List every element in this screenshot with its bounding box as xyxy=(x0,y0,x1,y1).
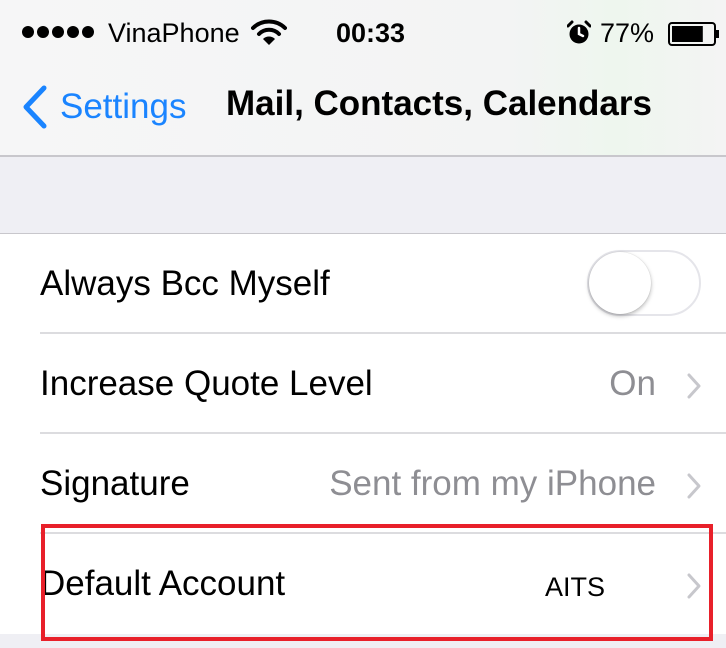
row-label-always-bcc: Always Bcc Myself xyxy=(40,264,330,303)
section-spacer xyxy=(0,157,726,233)
default-account-value: AITS xyxy=(545,572,606,602)
row-default-account[interactable]: Default Account xyxy=(0,534,726,634)
chevron-left-icon xyxy=(23,85,47,129)
row-value-increase-quote: On xyxy=(609,364,656,403)
row-signature[interactable]: Signature Sent from my iPhone xyxy=(0,434,726,534)
status-time: 00:33 xyxy=(336,18,406,48)
carrier-name: VinaPhone xyxy=(108,18,240,48)
alarm-clock-icon xyxy=(567,20,591,44)
row-label-default-account: Default Account xyxy=(40,564,286,603)
battery-icon xyxy=(668,22,719,46)
toggle-knob xyxy=(589,252,651,314)
status-bar: VinaPhone 00:33 77% xyxy=(0,0,726,64)
row-label-signature: Signature xyxy=(40,464,190,503)
row-always-bcc-myself: Always Bcc Myself xyxy=(0,234,726,334)
battery-percent: 77% xyxy=(600,18,655,48)
wifi-icon xyxy=(251,19,287,45)
page-title: Mail, Contacts, Calendars xyxy=(226,84,652,123)
chevron-right-icon xyxy=(687,573,701,599)
section-spacer-bottom xyxy=(0,634,726,648)
back-label: Settings xyxy=(60,87,187,126)
always-bcc-toggle[interactable] xyxy=(587,250,701,316)
row-label-increase-quote: Increase Quote Level xyxy=(40,364,373,403)
chevron-right-icon xyxy=(687,473,701,499)
back-button[interactable]: Settings xyxy=(22,82,186,132)
signal-dots-icon xyxy=(22,26,94,38)
row-value-signature: Sent from my iPhone xyxy=(329,464,656,503)
navigation-bar: Settings Mail, Contacts, Calendars xyxy=(0,64,726,154)
row-increase-quote-level[interactable]: Increase Quote Level On xyxy=(0,334,726,434)
chevron-right-icon xyxy=(687,373,701,399)
